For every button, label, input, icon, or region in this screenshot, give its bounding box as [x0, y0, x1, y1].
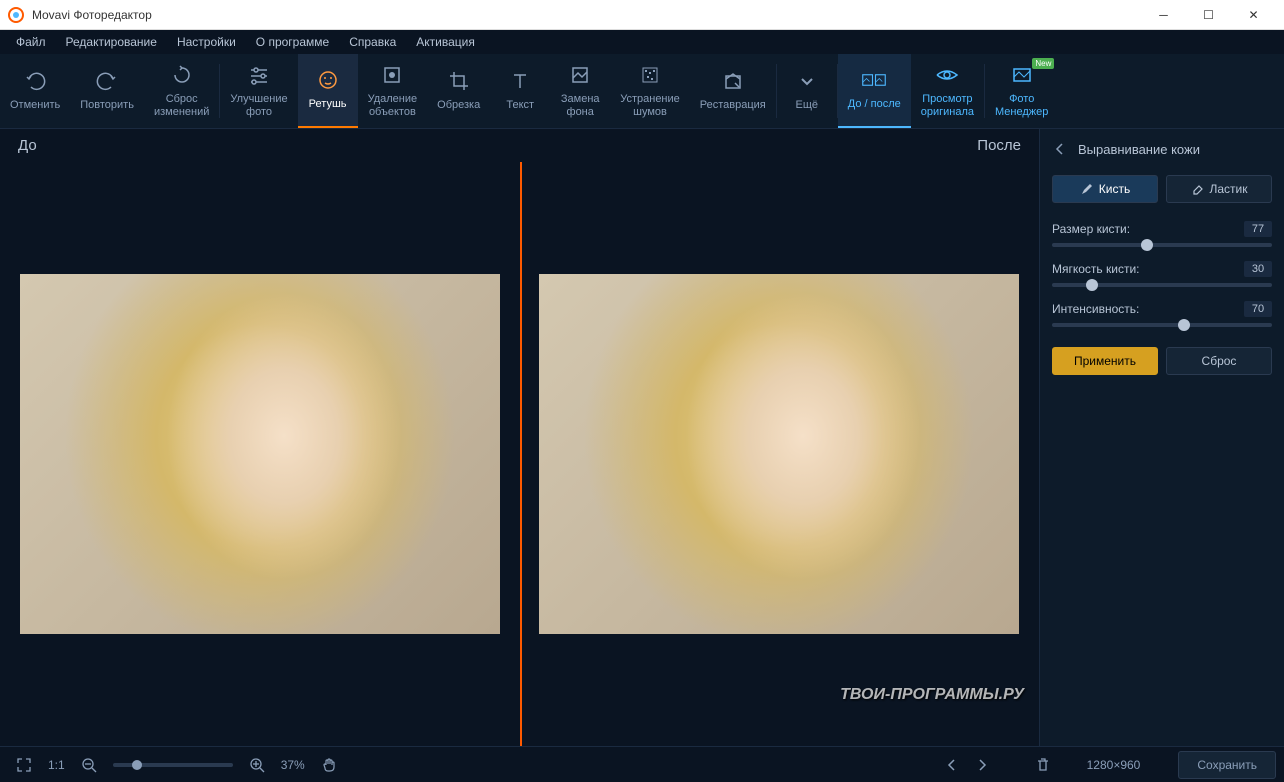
photo-before [20, 274, 500, 634]
reset-icon [170, 63, 194, 87]
more-button[interactable]: Ещё [777, 54, 837, 128]
menu-activation[interactable]: Активация [406, 32, 485, 52]
canvas-area: До После ТВОИ-ПРОГРАММЫ.РУ [0, 129, 1039, 746]
photo-after [539, 274, 1019, 634]
hand-tool-button[interactable] [313, 753, 345, 777]
main-area: До После ТВОИ-ПРОГРАММЫ.РУ Выравнивание … [0, 129, 1284, 746]
before-image [0, 162, 520, 746]
zoom-slider[interactable] [113, 763, 233, 767]
slider-value[interactable]: 30 [1244, 261, 1272, 277]
panel-header: Выравнивание кожи [1052, 141, 1272, 157]
restoration-button[interactable]: Реставрация [690, 54, 776, 128]
save-button[interactable]: Сохранить [1178, 751, 1276, 779]
compare-icon [862, 68, 886, 92]
slider-label: Мягкость кисти: [1052, 262, 1140, 276]
view-original-button[interactable]: Просмотр оригинала [911, 54, 984, 128]
canvas-content[interactable] [0, 162, 1039, 746]
tool-tabs: Кисть Ластик [1052, 175, 1272, 203]
slider-label: Размер кисти: [1052, 222, 1130, 236]
compare-divider[interactable] [520, 162, 522, 746]
text-icon [508, 69, 532, 93]
minimize-button[interactable]: ─ [1141, 0, 1186, 30]
prev-image-button[interactable] [937, 754, 967, 776]
remove-icon [380, 63, 404, 87]
brush-icon [1080, 182, 1094, 196]
fullscreen-button[interactable] [8, 753, 40, 777]
text-button[interactable]: Текст [490, 54, 550, 128]
eraser-tab[interactable]: Ластик [1166, 175, 1272, 203]
softness-slider: Мягкость кисти: 30 [1052, 261, 1272, 287]
noise-reduction-button[interactable]: Устранение шумов [610, 54, 690, 128]
zoom-ratio[interactable]: 1:1 [40, 754, 73, 776]
back-arrow-icon[interactable] [1052, 141, 1068, 157]
zoom-percent[interactable]: 37% [273, 754, 313, 776]
brush-tab[interactable]: Кисть [1052, 175, 1158, 203]
restoration-icon [721, 69, 745, 93]
undo-button[interactable]: Отменить [0, 54, 70, 128]
new-badge: New [1032, 58, 1054, 69]
window-controls: ─ ☐ ✕ [1141, 0, 1276, 30]
titlebar: Movavi Фоторедактор ─ ☐ ✕ [0, 0, 1284, 30]
zoom-in-button[interactable] [241, 753, 273, 777]
slider-thumb[interactable] [1141, 239, 1153, 251]
crop-button[interactable]: Обрезка [427, 54, 490, 128]
background-icon [568, 63, 592, 87]
sliders-icon [247, 63, 271, 87]
delete-button[interactable] [1027, 753, 1059, 777]
menu-file[interactable]: Файл [6, 32, 56, 52]
slider-track[interactable] [1052, 243, 1272, 247]
watermark: ТВОИ-ПРОГРАММЫ.РУ [840, 686, 1024, 704]
gallery-icon [1010, 63, 1034, 87]
brush-size-slider: Размер кисти: 77 [1052, 221, 1272, 247]
undo-icon [23, 69, 47, 93]
menu-settings[interactable]: Настройки [167, 32, 246, 52]
zoom-thumb[interactable] [132, 760, 142, 770]
intensity-slider: Интенсивность: 70 [1052, 301, 1272, 327]
canvas-labels: До После [0, 129, 1039, 162]
toolbar: Отменить Повторить Сброс изменений Улучш… [0, 54, 1284, 129]
side-panel: Выравнивание кожи Кисть Ластик Размер ки… [1039, 129, 1284, 746]
noise-icon [638, 63, 662, 87]
crop-icon [447, 69, 471, 93]
close-button[interactable]: ✕ [1231, 0, 1276, 30]
reset-button[interactable]: Сброс [1166, 347, 1272, 375]
window-title: Movavi Фоторедактор [32, 8, 1141, 22]
redo-icon [95, 69, 119, 93]
image-dimensions: 1280×960 [1079, 754, 1149, 776]
menubar: Файл Редактирование Настройки О программ… [0, 30, 1284, 54]
zoom-out-button[interactable] [73, 753, 105, 777]
slider-thumb[interactable] [1086, 279, 1098, 291]
maximize-button[interactable]: ☐ [1186, 0, 1231, 30]
slider-track[interactable] [1052, 283, 1272, 287]
remove-objects-button[interactable]: Удаление объектов [358, 54, 428, 128]
slider-label: Интенсивность: [1052, 302, 1139, 316]
eraser-icon [1191, 182, 1205, 196]
apply-button[interactable]: Применить [1052, 347, 1158, 375]
menu-about[interactable]: О программе [246, 32, 339, 52]
eye-icon [935, 63, 959, 87]
after-image [520, 162, 1040, 746]
slider-value[interactable]: 70 [1244, 301, 1272, 317]
slider-track[interactable] [1052, 323, 1272, 327]
redo-button[interactable]: Повторить [70, 54, 144, 128]
next-image-button[interactable] [967, 754, 997, 776]
after-label: После [977, 137, 1021, 154]
panel-title: Выравнивание кожи [1078, 142, 1200, 157]
menu-help[interactable]: Справка [339, 32, 406, 52]
slider-thumb[interactable] [1178, 319, 1190, 331]
enhance-button[interactable]: Улучшение фото [220, 54, 297, 128]
bottom-bar: 1:1 37% 1280×960 Сохранить [0, 746, 1284, 782]
photo-manager-button[interactable]: New Фото Менеджер [985, 54, 1058, 128]
before-after-button[interactable]: До / после [838, 54, 911, 128]
before-label: До [18, 137, 977, 154]
reset-changes-button[interactable]: Сброс изменений [144, 54, 219, 128]
background-button[interactable]: Замена фона [550, 54, 610, 128]
app-logo [8, 7, 24, 23]
face-icon [316, 68, 340, 92]
slider-value[interactable]: 77 [1244, 221, 1272, 237]
retouch-button[interactable]: Ретушь [298, 54, 358, 128]
button-row: Применить Сброс [1052, 347, 1272, 375]
chevron-down-icon [795, 69, 819, 93]
menu-edit[interactable]: Редактирование [56, 32, 167, 52]
